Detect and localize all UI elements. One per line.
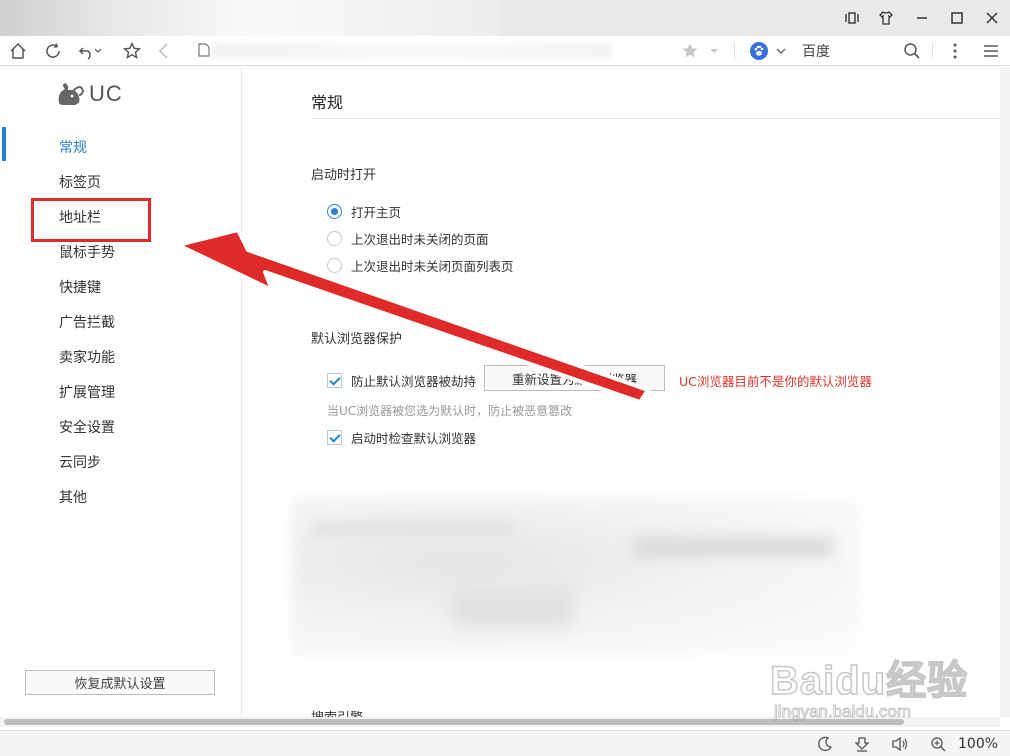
default-browser-section-title: 默认浏览器保护 xyxy=(311,332,403,347)
brand-text: UC xyxy=(89,81,123,106)
sidebar-item-mouse-gestures[interactable]: 鼠标手势 xyxy=(59,242,115,262)
search-engine-label: 百度 xyxy=(802,44,830,60)
sidebar-item-general[interactable]: 常规 xyxy=(59,137,87,157)
back-icon[interactable] xyxy=(152,39,176,63)
vertical-scrollbar[interactable] xyxy=(1000,67,1010,717)
tile-icon[interactable] xyxy=(840,6,864,30)
active-nav-indicator xyxy=(2,127,6,161)
search-icon[interactable] xyxy=(900,39,924,63)
option-label: 上次退出时未关闭的页面 xyxy=(351,232,489,247)
startup-option-restore-list[interactable]: 上次退出时未关闭页面列表页 xyxy=(327,256,514,275)
settings-main: 常规 启动时打开 打开主页 上次退出时未关闭的页面 上次退出时未关闭页面列表页 … xyxy=(243,67,1000,717)
maximize-icon[interactable] xyxy=(945,6,969,30)
default-browser-warning: UC浏览器目前不是你的默认浏览器 xyxy=(679,374,872,389)
option-label: 上次退出时未关闭页面列表页 xyxy=(351,259,514,274)
minimize-icon[interactable] xyxy=(910,6,934,30)
scrollbar-thumb[interactable] xyxy=(4,719,904,725)
status-bar: 100% xyxy=(0,730,1010,756)
horizontal-scrollbar[interactable] xyxy=(0,717,1000,727)
baidu-paw-icon xyxy=(750,42,768,60)
radio-button[interactable] xyxy=(327,231,342,246)
sidebar-item-ad-block[interactable]: 广告拦截 xyxy=(59,312,115,332)
annotation-highlight-box xyxy=(31,198,151,242)
blurred-content xyxy=(633,537,833,557)
close-icon[interactable] xyxy=(980,6,1004,30)
toolbar-divider xyxy=(734,43,735,59)
squirrel-icon xyxy=(58,83,85,105)
startup-option-restore-pages[interactable]: 上次退出时未关闭的页面 xyxy=(327,229,489,248)
zoom-level[interactable]: 100% xyxy=(958,736,998,752)
sidebar-item-cloud-sync[interactable]: 云同步 xyxy=(59,452,101,472)
search-engine-dropdown-icon xyxy=(774,44,788,62)
navigation-toolbar: 百度 xyxy=(0,36,1010,66)
search-engine-section-title: 搜索引擎 xyxy=(311,707,363,717)
sidebar-item-extensions[interactable]: 扩展管理 xyxy=(59,382,115,402)
settings-sidebar: UC 常规 标签页 地址栏 鼠标手势 快捷键 广告拦截 卖家功能 扩展管理 安全… xyxy=(0,67,242,717)
radio-button[interactable] xyxy=(327,204,342,219)
sidebar-item-seller-features[interactable]: 卖家功能 xyxy=(59,347,115,367)
sidebar-item-other[interactable]: 其他 xyxy=(59,487,87,507)
more-icon[interactable] xyxy=(943,39,967,63)
startup-section-title: 启动时打开 xyxy=(311,168,377,183)
uc-logo: UC xyxy=(55,81,123,107)
skin-icon[interactable] xyxy=(874,6,898,30)
download-icon[interactable] xyxy=(852,734,872,754)
night-mode-icon[interactable] xyxy=(815,734,835,754)
sidebar-item-security[interactable]: 安全设置 xyxy=(59,417,115,437)
checkbox[interactable] xyxy=(327,373,342,388)
settings-page: UC 常规 标签页 地址栏 鼠标手势 快捷键 广告拦截 卖家功能 扩展管理 安全… xyxy=(0,67,1000,717)
bookmark-dropdown-icon[interactable] xyxy=(702,39,726,63)
page-title: 常规 xyxy=(311,93,344,112)
home-icon[interactable] xyxy=(6,39,30,63)
restore-defaults-button[interactable]: 恢复成默认设置 xyxy=(25,670,215,695)
startup-option-homepage[interactable]: 打开主页 xyxy=(327,202,401,221)
blurred-url xyxy=(212,43,612,59)
menu-icon[interactable] xyxy=(979,39,1003,63)
prevent-hijack-option[interactable]: 防止默认浏览器被劫持 xyxy=(327,371,476,390)
blurred-tab-strip xyxy=(0,0,500,36)
address-bar[interactable] xyxy=(198,39,728,63)
option-label: 启动时检查默认浏览器 xyxy=(351,431,477,446)
volume-icon[interactable] xyxy=(890,734,910,754)
toolbar-divider xyxy=(932,43,933,59)
sidebar-item-tabs[interactable]: 标签页 xyxy=(59,172,101,192)
radio-button[interactable] xyxy=(327,258,342,273)
favorite-icon[interactable] xyxy=(120,39,144,63)
hijack-hint: 当UC浏览器被您选为默认时，防止被恶意篡改 xyxy=(327,404,573,418)
undo-icon[interactable] xyxy=(78,39,102,63)
page-icon xyxy=(198,43,210,61)
checkbox[interactable] xyxy=(327,430,342,445)
option-label: 打开主页 xyxy=(351,205,402,220)
check-on-start-option[interactable]: 启动时检查默认浏览器 xyxy=(327,428,476,447)
zoom-icon[interactable] xyxy=(928,734,948,754)
bookmark-star-icon[interactable] xyxy=(678,39,702,63)
blurred-content xyxy=(291,497,861,657)
blurred-content xyxy=(313,522,513,536)
sidebar-item-shortcuts[interactable]: 快捷键 xyxy=(59,277,101,297)
refresh-icon[interactable] xyxy=(41,39,65,63)
search-engine-selector[interactable]: 百度 xyxy=(748,39,888,63)
title-bar xyxy=(0,0,1010,36)
blurred-content xyxy=(453,587,573,627)
set-default-browser-button[interactable]: 重新设置为默认浏览器 xyxy=(484,365,665,391)
option-label: 防止默认浏览器被劫持 xyxy=(351,374,477,389)
title-divider xyxy=(311,118,1000,119)
